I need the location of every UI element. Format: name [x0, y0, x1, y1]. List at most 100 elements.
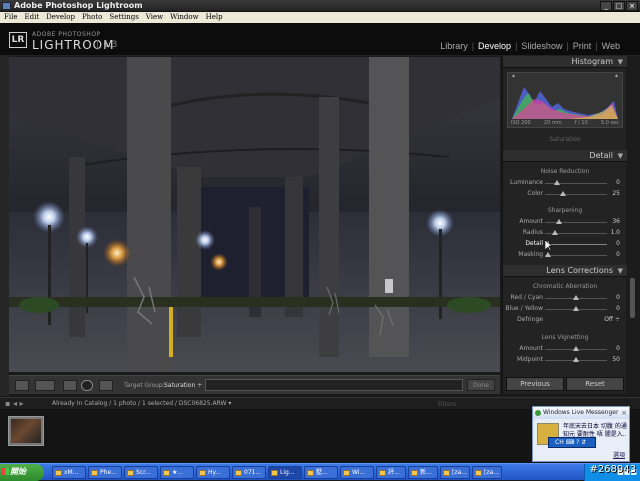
menu-edit[interactable]: Edit	[24, 12, 39, 23]
taskbar-item[interactable]: 評...	[376, 466, 406, 479]
slider-knob[interactable]	[554, 180, 560, 185]
messenger-close-icon[interactable]: ×	[621, 407, 627, 419]
blue-yellow-slider-row[interactable]: Blue / Yellow 0	[503, 304, 627, 314]
taskbar-item[interactable]: 墅...	[304, 466, 338, 479]
brand-small: ADOBE PHOTOSHOP	[32, 31, 101, 38]
midpoint-slider-row[interactable]: Midpoint 50	[503, 355, 627, 365]
menu-help[interactable]: Help	[206, 12, 223, 23]
slider-track[interactable]	[545, 222, 607, 223]
taskbar-item[interactable]: 新...	[408, 466, 438, 479]
mouse-cursor-icon	[545, 240, 553, 252]
slider-knob[interactable]	[573, 295, 579, 300]
red-cyan-value[interactable]: 0	[604, 293, 620, 303]
defringe-row[interactable]: Defringe Off ÷	[503, 315, 627, 325]
filmstrip-thumbnail[interactable]	[8, 416, 44, 446]
slider-knob[interactable]	[560, 191, 566, 196]
focal-value: 20 mm	[543, 120, 562, 126]
slider-track[interactable]	[545, 194, 607, 195]
amount-value[interactable]: 36	[604, 217, 620, 227]
taskbar-item[interactable]: ★...	[160, 466, 194, 479]
slider-knob[interactable]	[545, 252, 551, 257]
taskbar-item[interactable]: xM...	[52, 466, 86, 479]
masking-slider-row[interactable]: Masking 0	[503, 250, 627, 260]
reset-button[interactable]: Reset	[566, 377, 624, 391]
taskbar-item[interactable]: 071...	[232, 466, 266, 479]
taskbar-item[interactable]: [za...	[472, 466, 502, 479]
slider-knob[interactable]	[573, 306, 579, 311]
midpoint-value[interactable]: 50	[604, 355, 620, 365]
maximize-button[interactable]: □	[613, 1, 625, 11]
taskbar-item[interactable]: [za...	[440, 466, 470, 479]
module-develop[interactable]: Develop	[478, 41, 511, 51]
done-button[interactable]: Done	[467, 379, 495, 391]
close-button[interactable]: ×	[626, 1, 638, 11]
slider-knob[interactable]	[573, 346, 579, 351]
detail-value[interactable]: 0	[604, 239, 620, 249]
taskbar-item[interactable]: Phe...	[88, 466, 122, 479]
taskbar-item[interactable]: Scr...	[124, 466, 158, 479]
red-eye-tool-icon[interactable]	[81, 380, 93, 391]
crop-tool-icon[interactable]	[63, 380, 77, 391]
minimize-button[interactable]: _	[600, 1, 612, 11]
defringe-select[interactable]: Off ÷	[594, 315, 620, 325]
module-library[interactable]: Library	[440, 41, 468, 51]
filmstrip-filters[interactable]: Filters	[438, 401, 456, 408]
detail-slider-row[interactable]: Detail 0	[503, 239, 627, 249]
target-group-select[interactable]: Saturation ÷	[164, 380, 202, 391]
masking-value[interactable]: 0	[604, 250, 620, 260]
menu-file[interactable]: File	[4, 12, 17, 23]
luminance-slider-row[interactable]: Luminance 0	[503, 178, 627, 188]
ime-language-bar[interactable]: CH ⌨ ? ⇵	[548, 437, 596, 448]
vignette-amount-slider-row[interactable]: Amount 0	[503, 344, 627, 354]
taskbar-item[interactable]: Hy...	[196, 466, 230, 479]
taskbar-item[interactable]: Wi...	[340, 466, 374, 479]
amount-slider-row[interactable]: Amount 36	[503, 217, 627, 227]
main-photo-view[interactable]	[9, 57, 500, 372]
previous-panel-row: Saturation	[503, 136, 627, 143]
histogram-header[interactable]: Histogram ▼	[503, 56, 627, 68]
slider-knob[interactable]	[556, 219, 562, 224]
module-slideshow[interactable]: Slideshow	[521, 41, 562, 51]
messenger-notification[interactable]: Windows Live Messenger × 年底宋去日本 切腹 的通知元 …	[532, 406, 630, 462]
module-print[interactable]: Print	[573, 41, 592, 51]
menu-window[interactable]: Window	[170, 12, 199, 23]
radius-slider-row[interactable]: Radius 1.0	[503, 228, 627, 238]
slider-track[interactable]	[545, 255, 607, 256]
luminance-value[interactable]: 0	[604, 178, 620, 188]
red-cyan-slider-row[interactable]: Red / Cyan 0	[503, 293, 627, 303]
menu-develop[interactable]: Develop	[46, 12, 75, 23]
slider-track[interactable]	[545, 244, 607, 245]
collapse-triangle-icon[interactable]: ▼	[618, 265, 623, 277]
collapse-triangle-icon[interactable]: ▼	[618, 150, 623, 162]
module-web[interactable]: Web	[602, 41, 620, 51]
detail-header[interactable]: Detail ▼	[503, 150, 627, 162]
loupe-view-button[interactable]	[15, 380, 29, 391]
previous-button[interactable]: Previous	[506, 377, 564, 391]
filmstrip-source-path[interactable]: Already In Catalog / 1 photo / 1 selecte…	[52, 400, 231, 407]
taskbar-item-lightroom[interactable]: Lig...	[268, 466, 302, 479]
vignette-amount-value[interactable]: 0	[604, 344, 620, 354]
module-separator: |	[515, 41, 518, 51]
menu-view[interactable]: View	[146, 12, 163, 23]
start-button[interactable]: 開始	[0, 464, 44, 481]
target-adjustment-field[interactable]	[205, 379, 463, 391]
lens-corrections-header[interactable]: Lens Corrections ▼	[503, 265, 627, 277]
radius-value[interactable]: 1.0	[604, 228, 620, 238]
collapse-triangle-icon[interactable]: ▼	[618, 56, 623, 68]
blue-yellow-value[interactable]: 0	[604, 304, 620, 314]
left-panel-collapsed[interactable]	[0, 56, 9, 396]
menu-photo[interactable]: Photo	[82, 12, 102, 23]
messenger-options-link[interactable]: 選項	[613, 450, 625, 459]
slider-knob[interactable]	[573, 357, 579, 362]
before-after-button[interactable]	[35, 380, 55, 391]
color-slider-row[interactable]: Color 25	[503, 189, 627, 199]
spot-removal-icon[interactable]	[99, 380, 113, 391]
color-value[interactable]: 25	[604, 189, 620, 199]
menu-settings[interactable]: Settings	[109, 12, 138, 23]
scrollbar-thumb[interactable]	[630, 278, 635, 318]
window-controls: _ □ ×	[600, 1, 638, 11]
lightroom-app-icon	[2, 2, 11, 10]
slider-knob[interactable]	[552, 230, 558, 235]
right-panel-scrollbar[interactable]	[627, 56, 640, 394]
filmstrip-nav-arrows[interactable]: ▪ ◂ ▸	[5, 399, 24, 408]
